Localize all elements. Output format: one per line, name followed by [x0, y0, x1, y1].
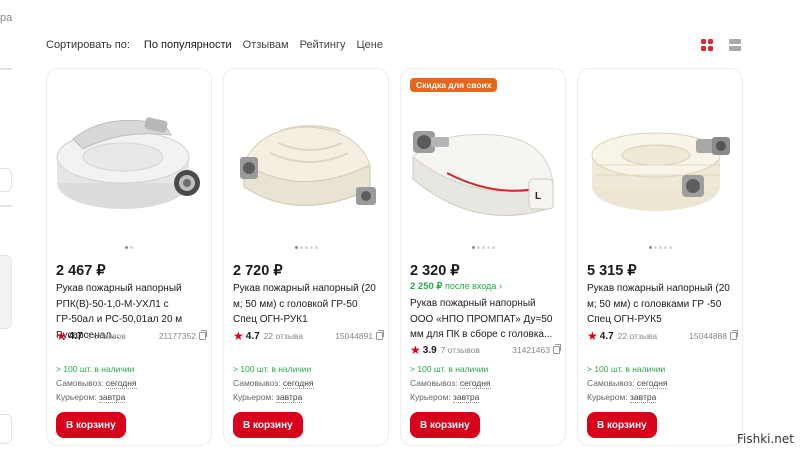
member-price[interactable]: 2 250 ₽ после входа › [410, 281, 502, 292]
product-price: 2 467 ₽ [56, 263, 106, 279]
grid-view-icon[interactable] [701, 39, 713, 51]
watermark: Fishki.net [736, 432, 794, 446]
star-icon: ★ [587, 329, 598, 343]
courier-info: Курьером: завтра [410, 392, 480, 403]
product-title[interactable]: Рукав пожарный напорный ООО «НПО ПРОМПАТ… [410, 296, 560, 343]
product-image-fire-hose[interactable] [584, 91, 736, 239]
product-rating: ★ 4.7 22 отзыва 15044888 [587, 329, 738, 343]
product-rating: ★ 3.9 7 отзывов 31421463 [410, 343, 561, 357]
add-to-cart-button[interactable]: В корзину [587, 412, 657, 438]
product-rating: ★ 4.7 22 отзыва 15044891 [233, 329, 384, 343]
sort-label: Сортировать по: [46, 39, 130, 51]
rating-score: 3.9 [422, 344, 437, 356]
image-carousel-dots[interactable] [224, 246, 388, 249]
product-card[interactable]: Скидка для своих L 2 320 ₽ 2 250 ₽ после… [400, 68, 566, 446]
sort-bar: Сортировать по: По популярности Отзывам … [46, 39, 394, 51]
left-button-fragment[interactable] [0, 414, 12, 444]
left-panel-fragment [0, 255, 12, 329]
svg-text:L: L [535, 191, 541, 202]
image-carousel-dots[interactable] [578, 246, 742, 249]
copy-icon[interactable] [553, 344, 561, 354]
copy-icon[interactable] [376, 330, 384, 340]
stock-status: > 100 шт. в наличии [410, 364, 489, 374]
product-price: 5 315 ₽ [587, 263, 637, 279]
reviews-count[interactable]: 7 отзывов [441, 345, 480, 355]
left-input-fragment[interactable] [0, 168, 12, 192]
reviews-count[interactable]: 22 отзыва [618, 331, 657, 341]
pickup-info: Самовывоз: сегодня [587, 378, 668, 389]
product-title[interactable]: Рукав пожарный напорный (20 м; 50 мм) с … [233, 281, 383, 328]
add-to-cart-button[interactable]: В корзину [233, 412, 303, 438]
list-view-icon[interactable] [729, 39, 741, 51]
stock-status: > 100 шт. в наличии [233, 364, 312, 374]
product-sku[interactable]: 15044888 [689, 330, 738, 341]
rating-score: 4.7 [599, 330, 614, 342]
product-sku[interactable]: 21177352 [159, 330, 207, 341]
reviews-count[interactable]: 22 отзыва [264, 331, 303, 341]
left-divider [0, 205, 12, 207]
pickup-info: Самовывоз: сегодня [233, 378, 314, 389]
product-card[interactable]: 2 467 ₽ Рукав пожарный напорный РПК(В)-5… [46, 68, 212, 446]
left-divider [0, 68, 12, 70]
product-rating: ★ 4.7 6 отзывов 21177352 [56, 329, 207, 343]
promo-badge: Скидка для своих [410, 78, 498, 92]
courier-info: Курьером: завтра [233, 392, 303, 403]
add-to-cart-button[interactable]: В корзину [410, 412, 480, 438]
star-icon: ★ [233, 329, 244, 343]
pickup-info: Самовывоз: сегодня [410, 378, 491, 389]
product-card[interactable]: 5 315 ₽ Рукав пожарный напорный (20 м; 5… [577, 68, 743, 446]
product-sku[interactable]: 31421463 [512, 344, 561, 355]
product-price: 2 320 ₽ [410, 263, 460, 279]
image-carousel-dots[interactable] [401, 246, 565, 249]
sort-option-rating[interactable]: Рейтингу [300, 39, 346, 51]
star-icon: ★ [410, 343, 421, 357]
copy-icon[interactable] [730, 330, 738, 340]
add-to-cart-button[interactable]: В корзину [56, 412, 126, 438]
product-image-fire-hose[interactable] [53, 91, 205, 239]
star-icon: ★ [56, 329, 67, 343]
product-card[interactable]: 2 720 ₽ Рукав пожарный напорный (20 м; 5… [223, 68, 389, 446]
chevron-right-icon: › [498, 281, 502, 291]
rating-score: 4.7 [68, 330, 83, 342]
stock-status: > 100 шт. в наличии [587, 364, 666, 374]
copy-icon[interactable] [199, 330, 207, 340]
product-price: 2 720 ₽ [233, 263, 283, 279]
courier-info: Курьером: завтра [587, 392, 657, 403]
pickup-info: Самовывоз: сегодня [56, 378, 137, 389]
product-image-fire-hose[interactable] [230, 91, 382, 239]
image-carousel-dots[interactable] [47, 246, 211, 249]
product-title[interactable]: Рукав пожарный напорный (20 м; 50 мм) с … [587, 281, 737, 328]
courier-info: Курьером: завтра [56, 392, 126, 403]
sort-option-popularity[interactable]: По популярности [144, 39, 232, 51]
sort-option-price[interactable]: Цене [357, 39, 383, 51]
product-image-fire-hose[interactable]: L [407, 91, 559, 239]
reviews-count[interactable]: 6 отзывов [87, 331, 126, 341]
product-sku[interactable]: 15044891 [335, 330, 384, 341]
stock-status: > 100 шт. в наличии [56, 364, 135, 374]
left-sidebar-fragment: ра [0, 0, 14, 454]
rating-score: 4.7 [245, 330, 260, 342]
sort-option-reviews[interactable]: Отзывам [243, 39, 289, 51]
left-text-fragment: ра [0, 12, 13, 24]
